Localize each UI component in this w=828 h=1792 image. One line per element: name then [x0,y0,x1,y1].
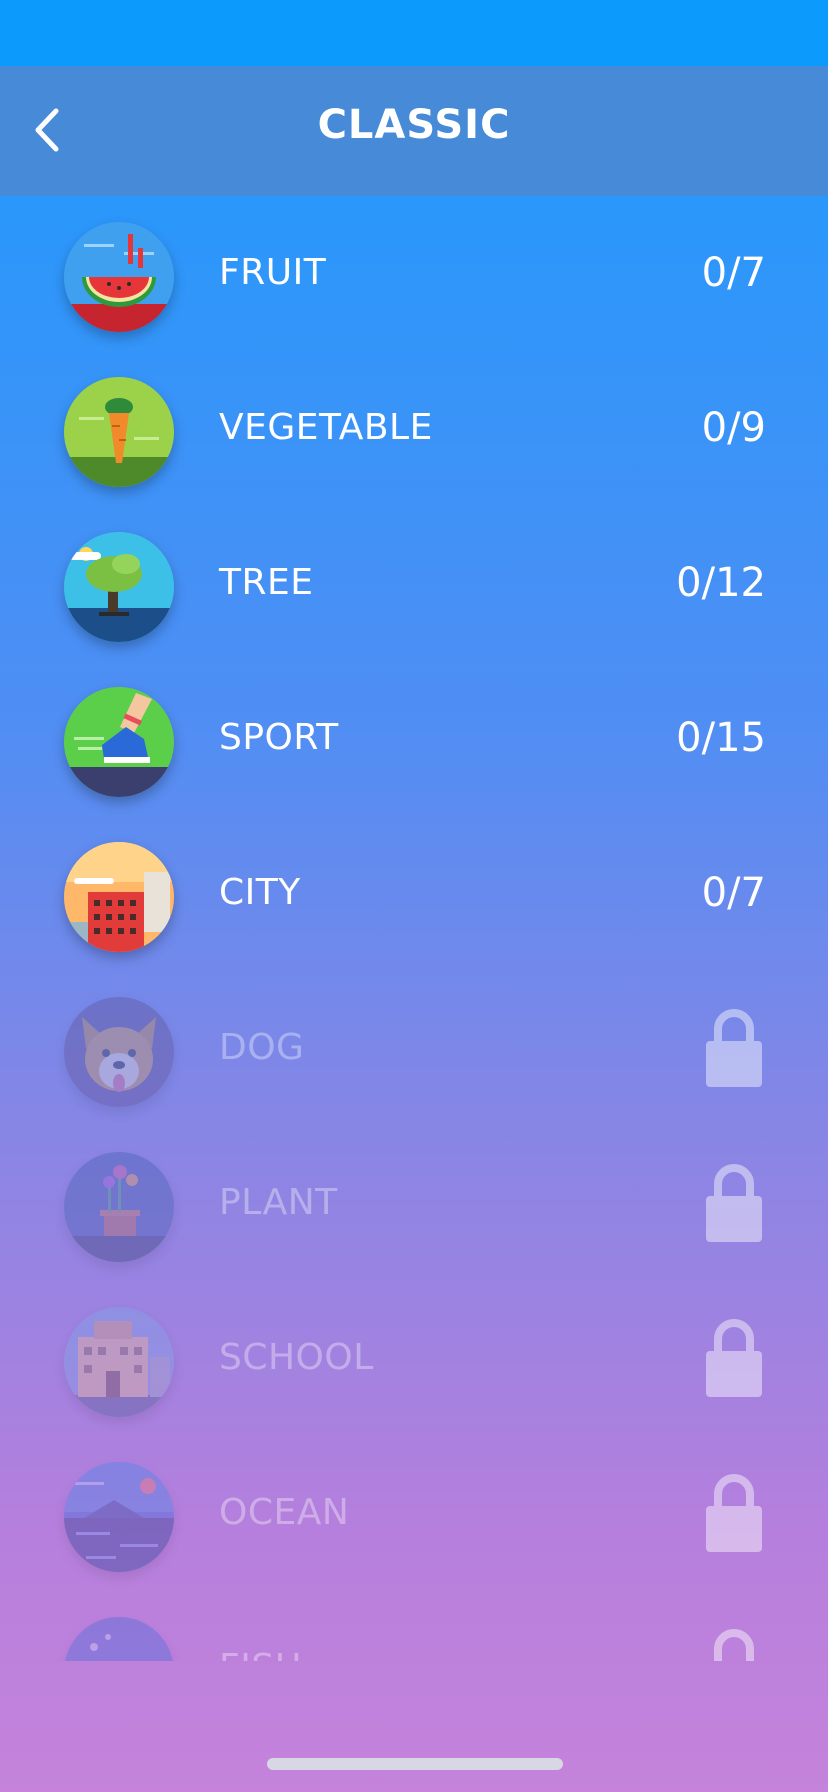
category-list: FRUIT 0/7 VEGETABLE 0/9 TREE 0/12 SPORT … [0,196,828,1661]
category-progress: 0/7 [701,250,766,296]
carrot-icon [64,377,174,487]
lock-icon [706,1319,762,1397]
category-progress: 0/9 [701,405,766,451]
fish-icon [64,1617,174,1661]
lock-icon [706,1009,762,1087]
category-label: OCEAN [219,1492,350,1533]
nav-bar: CLASSIC [0,66,828,196]
page-title: CLASSIC [317,102,511,148]
category-label: SPORT [219,717,339,758]
potted-plant-icon [64,1152,174,1262]
category-progress: 0/15 [676,715,766,761]
home-indicator[interactable] [267,1758,563,1770]
status-bar [0,0,828,66]
category-label: TREE [219,562,314,603]
dog-icon [64,997,174,1107]
category-row-dog[interactable]: DOG [0,971,828,1126]
lock-icon [714,1629,754,1661]
category-label: CITY [219,872,301,913]
category-row-sport[interactable]: SPORT 0/15 [0,661,828,816]
category-row-plant[interactable]: PLANT [0,1126,828,1281]
category-row-tree[interactable]: TREE 0/12 [0,506,828,661]
category-row-vegetable[interactable]: VEGETABLE 0/9 [0,351,828,506]
ocean-icon [64,1462,174,1572]
category-label: FISH [219,1647,302,1661]
category-progress: 0/12 [676,560,766,606]
watermelon-icon [64,222,174,332]
category-label: PLANT [219,1182,338,1223]
category-row-ocean[interactable]: OCEAN [0,1436,828,1591]
lock-icon [706,1164,762,1242]
school-icon [64,1307,174,1417]
lock-icon [706,1474,762,1552]
category-label: FRUIT [219,252,327,293]
building-icon [64,842,174,952]
tree-icon [64,532,174,642]
category-row-city[interactable]: CITY 0/7 [0,816,828,971]
category-label: VEGETABLE [219,407,433,448]
category-row-fruit[interactable]: FRUIT 0/7 [0,196,828,351]
sneaker-icon [64,687,174,797]
category-label: SCHOOL [219,1337,374,1378]
category-progress: 0/7 [701,870,766,916]
category-row-school[interactable]: SCHOOL [0,1281,828,1436]
category-label: DOG [219,1027,305,1068]
category-row-fish[interactable]: FISH [0,1591,828,1661]
